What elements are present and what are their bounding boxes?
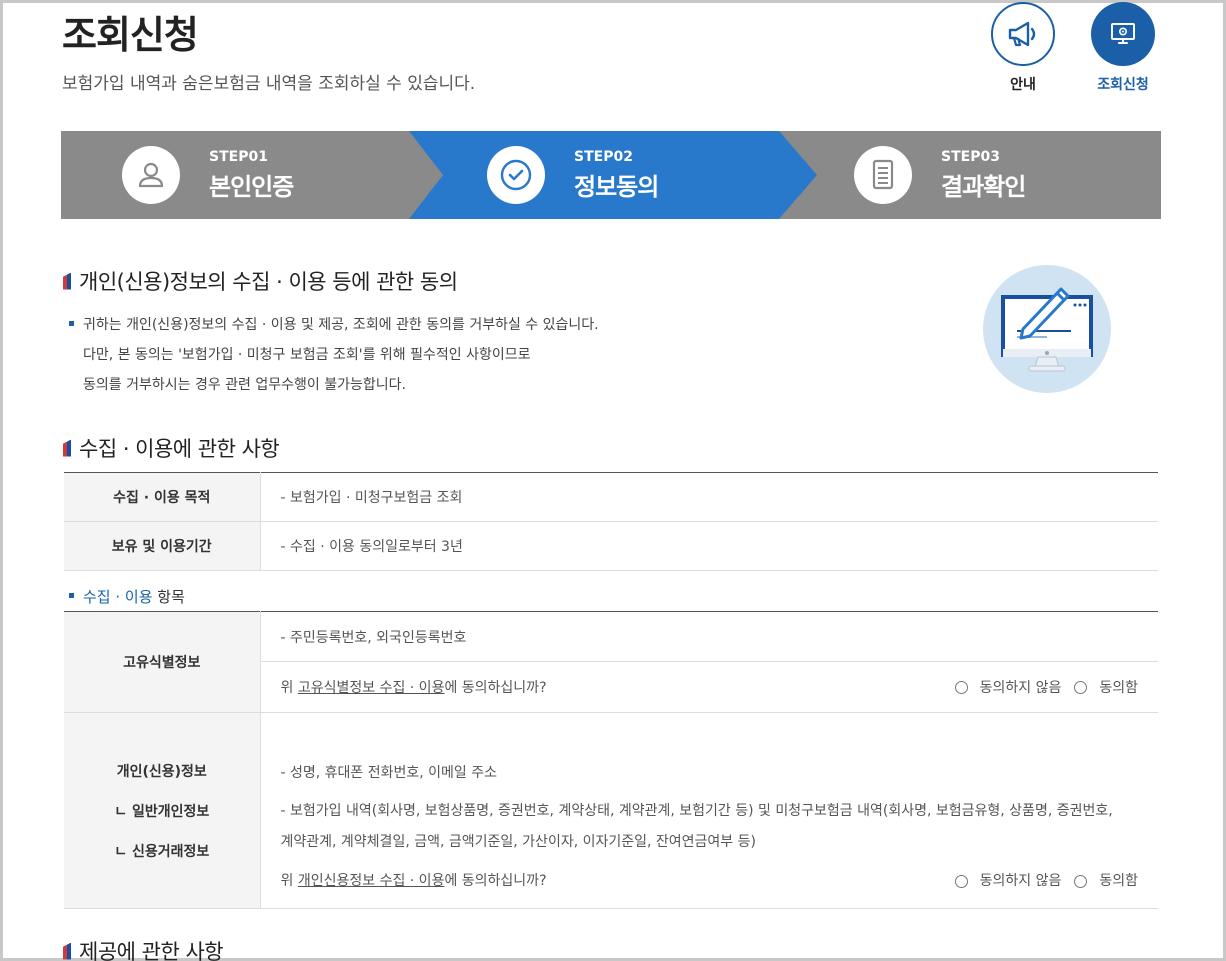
radio-icon — [954, 680, 968, 694]
unique-id-link[interactable]: 고유식별정보 수집 · 이용 — [298, 680, 445, 696]
collection-purpose-table: 수집 · 이용 목적 - 보험가입 · 미청구보험금 조회 보유 및 이용기간 … — [64, 472, 1158, 571]
retention-header: 보유 및 이용기간 — [64, 521, 261, 571]
credit-info-value-2: 계약관계, 계약체결일, 금액, 금액기준일, 가산이자, 이자기준일, 잔여연… — [280, 834, 756, 850]
section-marker-icon — [63, 439, 71, 457]
megaphone-icon — [991, 2, 1055, 66]
step-1-number: STEP01 — [209, 148, 268, 165]
credit-info-value-1: - 보험가입 내역(회사명, 보험상품명, 증권번호, 계약상태, 계약관계, … — [280, 803, 1113, 819]
table-row: 고유식별정보 - 주민등록번호, 외국인등록번호 — [64, 611, 1158, 713]
section-collection-title-text: 수집 · 이용에 관한 사항 — [79, 437, 280, 461]
consent-notice: 귀하는 개인(신용)정보의 수집 · 이용 및 제공, 조회에 관한 동의를 거… — [69, 310, 599, 400]
computer-pen-illustration — [983, 265, 1111, 393]
personal-info-disagree-radio[interactable]: 동의하지 않음 — [954, 871, 1061, 891]
purpose-value: - 보험가입 · 미청구보험금 조회 — [260, 472, 1158, 522]
notice-line-3: 동의를 거부하시는 경우 관련 업무수행이 불가능합니다. — [83, 377, 406, 393]
unique-id-agree-radio[interactable]: 동의함 — [1074, 677, 1138, 697]
personal-info-header: 개인(신용)정보 ㄴ 일반개인정보 ㄴ 신용거래정보 — [64, 712, 261, 909]
step-3: STEP03 결과확인 — [854, 131, 1026, 219]
items-label-rest: 항목 — [152, 588, 185, 606]
section-consent-title-text: 개인(신용)정보의 수집 · 이용 등에 관한 동의 — [79, 270, 458, 294]
nav-apply-label: 조회신청 — [1097, 77, 1149, 93]
step-progress-bar: STEP01 본인인증 STEP02 정보동의 STEP03 결과확인 — [61, 131, 1161, 219]
nav-guide-label: 안내 — [1010, 77, 1036, 93]
radio-icon — [954, 874, 968, 888]
nav-apply-button[interactable]: 조회신청 — [1088, 2, 1158, 94]
step-3-name: 결과확인 — [941, 172, 1026, 201]
section-provision-title: 제공에 관한 사항 — [63, 936, 224, 961]
nav-guide-button[interactable]: 안내 — [988, 2, 1058, 94]
retention-value: - 수집 · 이용 동의일로부터 3년 — [260, 521, 1158, 571]
general-info-value: - 성명, 휴대폰 전화번호, 이메일 주소 — [280, 765, 498, 781]
step-1-name: 본인인증 — [209, 172, 294, 201]
check-circle-icon — [487, 146, 545, 204]
step-2-number: STEP02 — [574, 148, 633, 165]
unique-id-disagree-radio[interactable]: 동의하지 않음 — [954, 677, 1061, 697]
table-row: 보유 및 이용기간 - 수집 · 이용 동의일로부터 3년 — [64, 521, 1158, 571]
person-icon — [122, 146, 180, 204]
section-collection-title: 수집 · 이용에 관한 사항 — [63, 433, 280, 463]
purpose-header: 수집 · 이용 목적 — [64, 472, 261, 522]
section-provision-title-text: 제공에 관한 사항 — [79, 940, 224, 961]
bullet-icon — [69, 593, 74, 598]
section-marker-icon — [63, 272, 71, 290]
step-1: STEP01 본인인증 — [122, 131, 294, 219]
personal-info-general: ㄴ 일반개인정보 — [114, 803, 210, 820]
collection-items-table: 고유식별정보 - 주민등록번호, 외국인등록번호 위 고유식별정보 수집 · 이… — [64, 611, 1158, 909]
document-icon — [854, 146, 912, 204]
radio-icon — [1074, 680, 1088, 694]
personal-info-question: 위 개인신용정보 수집 · 이용에 동의하십니까? — [280, 873, 547, 889]
unique-id-question: 위 고유식별정보 수집 · 이용에 동의하십니까? — [280, 680, 547, 696]
step-3-number: STEP03 — [941, 148, 1000, 165]
items-label-highlight: 수집 · 이용 — [83, 588, 153, 606]
personal-info-main: 개인(신용)정보 — [116, 763, 207, 780]
step-2: STEP02 정보동의 — [487, 131, 659, 219]
monitor-icon — [1091, 2, 1155, 66]
radio-icon — [1074, 874, 1088, 888]
bullet-icon — [69, 320, 74, 326]
step-2-name: 정보동의 — [574, 172, 659, 201]
personal-info-agree-radio[interactable]: 동의함 — [1074, 871, 1138, 891]
page-title: 조회신청 — [62, 13, 199, 57]
table-row: 개인(신용)정보 ㄴ 일반개인정보 ㄴ 신용거래정보 - 성명, 휴대폰 전화번… — [64, 712, 1158, 909]
section-marker-icon — [63, 942, 71, 960]
collection-items-label: 수집 · 이용 항목 — [69, 586, 185, 607]
section-consent-title: 개인(신용)정보의 수집 · 이용 등에 관한 동의 — [63, 266, 458, 296]
unique-id-value: - 주민등록번호, 외국인등록번호 — [260, 611, 1158, 662]
personal-info-credit: ㄴ 신용거래정보 — [114, 843, 210, 860]
unique-id-header: 고유식별정보 — [64, 611, 261, 713]
page-subtitle: 보험가입 내역과 숨은보험금 내역을 조회하실 수 있습니다. — [62, 74, 476, 94]
notice-line-1: 귀하는 개인(신용)정보의 수집 · 이용 및 제공, 조회에 관한 동의를 거… — [83, 317, 599, 333]
table-row: 수집 · 이용 목적 - 보험가입 · 미청구보험금 조회 — [64, 472, 1158, 522]
notice-line-2: 다만, 본 동의는 '보험가입 · 미청구 보험금 조회'를 위해 필수적인 사… — [83, 347, 531, 363]
personal-info-link[interactable]: 개인신용정보 수집 · 이용 — [298, 873, 445, 889]
